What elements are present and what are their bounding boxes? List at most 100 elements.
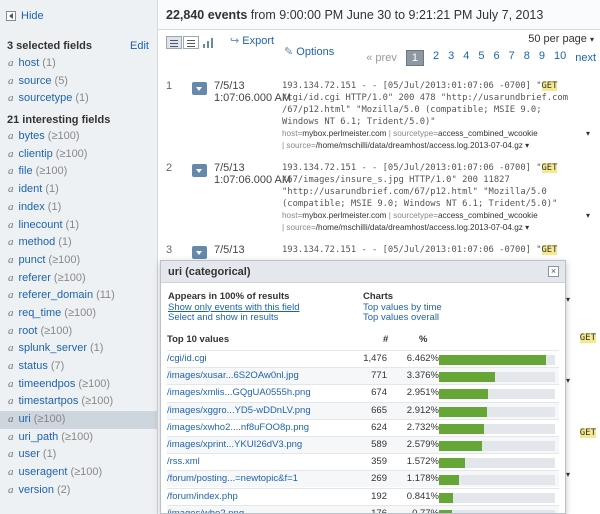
sidebar-field-linecount[interactable]: a linecount (1)	[0, 217, 157, 235]
field-type-icon: a	[8, 130, 14, 143]
field-name: ident	[18, 183, 43, 196]
raw-segment: (compatible; MSIE 9.0; Windows NT 6.1; T…	[282, 199, 558, 209]
top-value-link[interactable]: /images/xprint...YKUI26dV3.png	[167, 437, 302, 453]
event-actions-dropdown-icon[interactable]: ▾	[586, 210, 590, 222]
sidebar-field-uri[interactable]: a uri (≥100)	[0, 411, 157, 429]
page-link-7[interactable]: 7	[509, 50, 515, 66]
event-actions-dropdown-icon[interactable]: ▾	[586, 128, 590, 140]
sidebar-field-timeendpos[interactable]: a timeendpos (≥100)	[0, 376, 157, 394]
top-value-row: /rss.xml 359 1.572%	[167, 453, 559, 470]
sidebar-field-referer[interactable]: a referer (≥100)	[0, 270, 157, 288]
field-type-icon: a	[8, 430, 14, 443]
sidebar-field-req_time[interactable]: a req_time (≥100)	[0, 305, 157, 323]
sidebar-field-version[interactable]: a version (2)	[0, 482, 157, 500]
sidebar-field-user[interactable]: a user (1)	[0, 446, 157, 464]
top-values-overall-link[interactable]: Top values overall	[363, 312, 442, 324]
sidebar-field-host[interactable]: a host (1)	[0, 55, 157, 73]
count-column-heading: #	[383, 334, 389, 345]
field-count: (11)	[96, 289, 115, 302]
event-raw-partial: GET	[579, 428, 596, 438]
raw-segment: 193.134.72.151 - - [05/Jul/2013:01:07:06…	[282, 81, 542, 91]
event-meta-row: | source=/home/mschilli/data/dreamhost/a…	[282, 140, 600, 152]
page-link-10[interactable]: 10	[554, 50, 566, 66]
hide-label: Hide	[21, 10, 44, 22]
expand-event-icon[interactable]	[192, 246, 207, 259]
sidebar-field-splunk_server[interactable]: a splunk_server (1)	[0, 340, 157, 358]
options-button[interactable]: ✎ Options	[284, 45, 334, 58]
top-value-link[interactable]: /images/xmlis...GQgUA0555h.png	[167, 385, 311, 401]
meta-value-sourcetype[interactable]: access_combined_wcookie	[438, 211, 538, 220]
row-dropdown-icon[interactable]: ▾	[566, 295, 570, 304]
meta-value-sourcetype[interactable]: access_combined_wcookie	[438, 129, 538, 138]
sidebar-field-bytes[interactable]: a bytes (≥100)	[0, 128, 157, 146]
page-link-9[interactable]: 9	[539, 50, 545, 66]
prev-page-link[interactable]: « prev	[366, 52, 397, 64]
page-link-3[interactable]: 3	[448, 50, 454, 66]
hide-sidebar-button[interactable]: Hide	[0, 0, 157, 32]
sidebar-field-ident[interactable]: a ident (1)	[0, 181, 157, 199]
select-show-link[interactable]: Select and show in results	[168, 312, 299, 324]
sidebar-field-source[interactable]: a source (5)	[0, 73, 157, 91]
top-value-bar	[439, 475, 555, 486]
page-link-2[interactable]: 2	[433, 50, 439, 66]
sidebar-field-status[interactable]: a status (7)	[0, 358, 157, 376]
field-count: (1)	[42, 448, 57, 461]
table-view-icon[interactable]	[183, 36, 199, 49]
next-page-link[interactable]: next	[575, 52, 596, 64]
row-dropdown-icon[interactable]: ▾	[566, 376, 570, 385]
expand-event-icon[interactable]	[192, 82, 207, 95]
field-type-icon: a	[8, 448, 14, 461]
top-value-count: 192	[371, 490, 387, 502]
top-value-link[interactable]: /rss.xml	[167, 454, 200, 470]
top-value-percent: 6.462%	[406, 353, 439, 364]
top-value-link[interactable]: /images/who2.png	[167, 506, 244, 513]
meta-value-source[interactable]: /home/mschilli/data/dreamhost/access.log…	[316, 223, 523, 232]
sidebar-field-sourcetype[interactable]: a sourcetype (1)	[0, 90, 157, 108]
source-dropdown-icon[interactable]: ▾	[523, 223, 529, 232]
export-button[interactable]: ↪ Export	[230, 34, 274, 47]
source-dropdown-icon[interactable]: ▾	[523, 141, 529, 150]
expand-event-icon[interactable]	[192, 164, 207, 177]
export-label: Export	[242, 35, 275, 47]
top-value-row: /forum/index.php 192 0.841%	[167, 487, 559, 505]
chart-view-icon[interactable]	[202, 38, 214, 48]
field-name: splunk_server	[18, 342, 87, 355]
meta-key-sourcetype: sourcetype=	[393, 211, 438, 220]
sidebar-field-uri_path[interactable]: a uri_path (≥100)	[0, 429, 157, 447]
top-value-link[interactable]: /cgi/id.cgi	[167, 351, 207, 367]
page-link-6[interactable]: 6	[493, 50, 499, 66]
page-link-5[interactable]: 5	[478, 50, 484, 66]
close-icon[interactable]: ×	[548, 266, 559, 277]
row-dropdown-icon[interactable]: ▾	[566, 470, 570, 479]
sidebar-field-method[interactable]: a method (1)	[0, 234, 157, 252]
sidebar-field-root[interactable]: a root (≥100)	[0, 323, 157, 341]
top-value-link[interactable]: /images/xwho2....nf8uFOO8p.png	[167, 420, 309, 436]
top-value-link[interactable]: /images/xusar...6S2OAw0nl.jpg	[167, 368, 299, 384]
meta-value-source[interactable]: /home/mschilli/data/dreamhost/access.log…	[316, 141, 523, 150]
top-value-percent: 1.572%	[406, 456, 439, 468]
top-value-bar	[439, 492, 555, 503]
event-date: 7/5/13	[214, 80, 245, 92]
sidebar-field-punct[interactable]: a punct (≥100)	[0, 252, 157, 270]
sidebar-field-timestartpos[interactable]: a timestartpos (≥100)	[0, 393, 157, 411]
field-type-icon: a	[8, 306, 14, 319]
page-link-4[interactable]: 4	[463, 50, 469, 66]
page-link-1[interactable]: 1	[405, 50, 424, 66]
top-value-link[interactable]: /forum/posting...=newtopic&f=1	[167, 471, 298, 487]
sidebar-field-index[interactable]: a index (1)	[0, 199, 157, 217]
list-view-icon[interactable]	[166, 36, 182, 49]
meta-value-host[interactable]: mybox.perlmeister.com	[302, 211, 386, 220]
sidebar-field-clientip[interactable]: a clientip (≥100)	[0, 146, 157, 164]
meta-value-host[interactable]: mybox.perlmeister.com	[302, 129, 386, 138]
event-time: 1:07:06.000 AM	[214, 92, 292, 104]
top-value-link[interactable]: /forum/index.php	[167, 489, 238, 505]
page-link-8[interactable]: 8	[524, 50, 530, 66]
top-value-link[interactable]: /images/xggro...YD5-wDDnLV.png	[167, 403, 311, 419]
sidebar-field-referer_domain[interactable]: a referer_domain (11)	[0, 287, 157, 305]
popup-title: uri (categorical)	[168, 266, 251, 278]
edit-fields-link[interactable]: Edit	[130, 39, 149, 53]
per-page-select[interactable]: 50 per page ▾	[528, 33, 594, 45]
sidebar-field-useragent[interactable]: a useragent (≥100)	[0, 464, 157, 482]
sidebar-field-file[interactable]: a file (≥100)	[0, 163, 157, 181]
per-page-label: 50 per page	[528, 33, 587, 45]
